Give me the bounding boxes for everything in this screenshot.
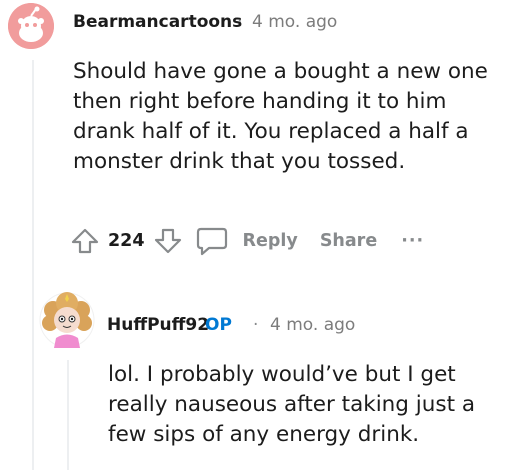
upvote-icon xyxy=(71,228,99,254)
thread-line-2[interactable] xyxy=(67,360,69,470)
comment-body: Should have gone a bought a new one then… xyxy=(73,59,488,174)
avatar[interactable] xyxy=(8,3,54,49)
vote-score: 224 xyxy=(108,231,145,251)
comment-bubble-icon xyxy=(196,227,227,256)
reply-button[interactable]: Reply xyxy=(243,231,298,251)
upvote-button[interactable] xyxy=(70,226,100,256)
comment-author[interactable]: HuffPuff92 xyxy=(107,315,209,335)
meta-separator: · xyxy=(237,12,243,32)
comment-body: lol. I probably would’ve but I get reall… xyxy=(108,362,476,447)
comment-author[interactable]: Bearmancartoons xyxy=(73,12,242,32)
op-badge: OP xyxy=(205,315,232,335)
share-button[interactable]: Share xyxy=(320,231,377,251)
comment-timestamp[interactable]: 4 mo. ago xyxy=(270,315,355,335)
avatar[interactable] xyxy=(38,290,96,350)
character-avatar-icon xyxy=(39,292,95,348)
comment-timestamp[interactable]: 4 mo. ago xyxy=(252,12,337,32)
downvote-button[interactable] xyxy=(153,226,183,256)
downvote-icon xyxy=(154,228,181,254)
comment-icon-button[interactable] xyxy=(195,225,229,257)
snoo-avatar-icon xyxy=(8,3,54,49)
more-options-button[interactable]: ··· xyxy=(401,231,424,251)
comment-action-bar: 224 Reply Share ··· xyxy=(70,223,424,259)
thread-line-1[interactable] xyxy=(32,60,34,470)
meta-separator: · xyxy=(253,315,259,335)
